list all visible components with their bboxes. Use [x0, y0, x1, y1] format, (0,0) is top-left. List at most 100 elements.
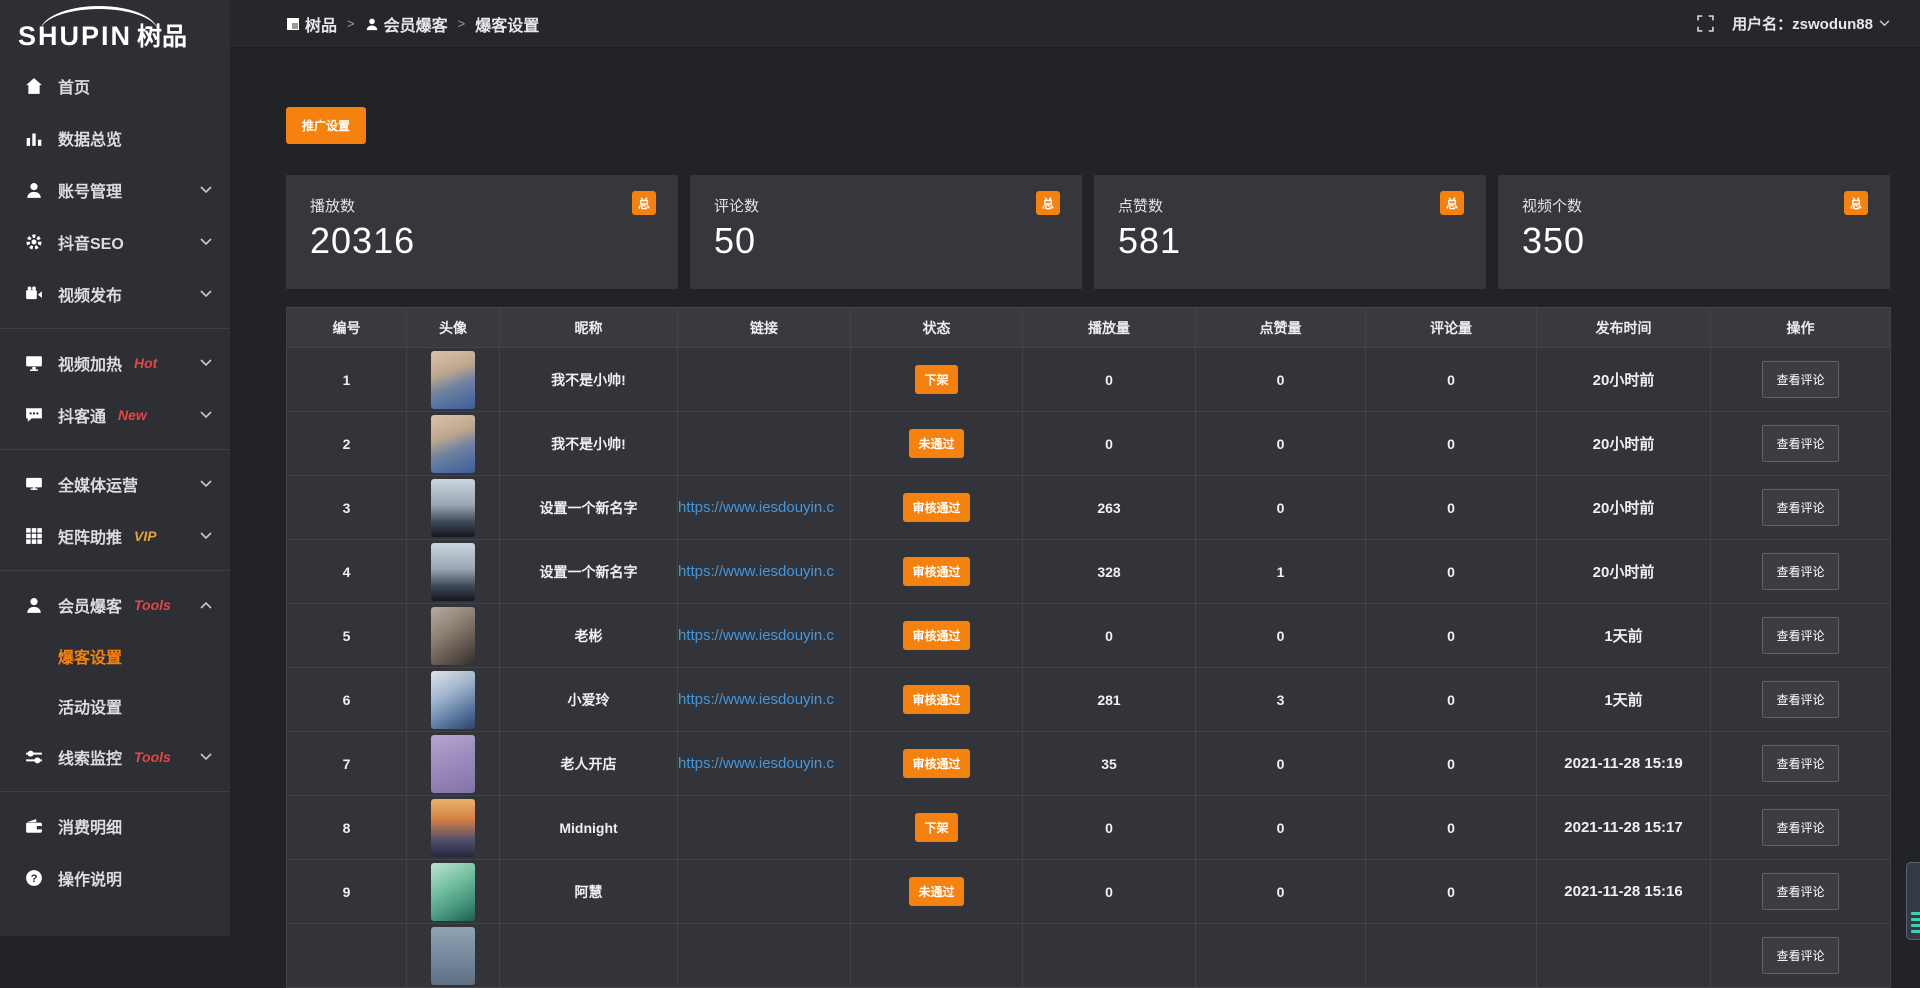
- sidebar-item-spending-details[interactable]: 消费明细: [0, 800, 230, 852]
- cell-publish-time: 20小时前: [1537, 412, 1711, 476]
- view-comments-button[interactable]: 查看评论: [1762, 617, 1838, 654]
- sidebar-item-douketong[interactable]: 抖客通 New: [0, 389, 230, 441]
- view-comments-button[interactable]: 查看评论: [1762, 489, 1838, 526]
- col-header-likes: 点赞量: [1196, 308, 1366, 348]
- status-badge: 审核通过: [903, 621, 969, 650]
- cell-publish-time: 2021-11-28 15:17: [1537, 796, 1711, 860]
- vip-tag: VIP: [134, 528, 157, 544]
- status-badge: 审核通过: [903, 493, 969, 522]
- promotion-settings-button[interactable]: 推广设置: [286, 107, 366, 144]
- cell-status: 下架: [851, 348, 1023, 412]
- cell-actions: 查看评论: [1711, 796, 1891, 860]
- cell-comments: 0: [1366, 732, 1537, 796]
- avatar: [431, 927, 475, 985]
- cell-nickname: 老彬: [500, 604, 678, 668]
- sidebar-subitem-activity-settings[interactable]: 活动设置: [0, 681, 230, 731]
- stat-value: 20316: [310, 220, 654, 262]
- cell-comments: 0: [1366, 604, 1537, 668]
- panel-icon: [286, 17, 300, 31]
- sidebar-item-home[interactable]: 首页: [0, 60, 230, 112]
- cell-nickname: 设置一个新名字: [500, 540, 678, 604]
- cell-number: 8: [287, 796, 407, 860]
- cell-nickname: 阿慧: [500, 860, 678, 924]
- avatar: [431, 863, 475, 921]
- widget-stripe: [1911, 912, 1920, 915]
- video-link[interactable]: https://www.iesdouyin.c: [678, 755, 850, 772]
- sidebar-divider: [0, 570, 230, 571]
- cell-nickname: 我不是小帅!: [500, 412, 678, 476]
- cell-plays: 35: [1023, 732, 1196, 796]
- col-header-number: 编号: [287, 308, 407, 348]
- chevron-down-icon: [200, 411, 212, 419]
- cell-number: [287, 924, 407, 988]
- video-link[interactable]: https://www.iesdouyin.c: [678, 563, 850, 580]
- view-comments-button[interactable]: 查看评论: [1762, 361, 1838, 398]
- view-comments-button[interactable]: 查看评论: [1762, 873, 1838, 910]
- cell-avatar: [407, 604, 500, 668]
- stat-card-likes: 点赞数 581 总: [1094, 175, 1486, 289]
- video-link[interactable]: https://www.iesdouyin.c: [678, 499, 850, 516]
- cell-likes: 1: [1196, 540, 1366, 604]
- cell-number: 7: [287, 732, 407, 796]
- user-icon: [24, 180, 44, 200]
- floating-helper-widget[interactable]: [1906, 862, 1920, 940]
- breadcrumb-separator: >: [458, 16, 466, 31]
- cell-actions: 查看评论: [1711, 412, 1891, 476]
- video-link[interactable]: https://www.iesdouyin.c: [678, 691, 850, 708]
- main-content: 推广设置 播放数 20316 总 评论数 50 总 点赞数 581 总 视频个数…: [230, 49, 1920, 936]
- sidebar-item-omnimedia-operation[interactable]: 全媒体运营: [0, 458, 230, 510]
- chevron-down-icon: [200, 480, 212, 488]
- table-row: 2 我不是小帅! 未通过 0 0 0 20小时前 查看评论: [287, 412, 1891, 476]
- status-badge: 未通过: [909, 429, 963, 458]
- sidebar-item-video-publish[interactable]: 视频发布: [0, 268, 230, 320]
- user-menu[interactable]: 用户名：zswodun88: [1732, 13, 1890, 34]
- cell-actions: 查看评论: [1711, 732, 1891, 796]
- sidebar-subitem-baoke-settings[interactable]: 爆客设置: [0, 631, 230, 681]
- status-badge: 审核通过: [903, 749, 969, 778]
- sidebar-item-instructions[interactable]: ? 操作说明: [0, 852, 230, 904]
- view-comments-button[interactable]: 查看评论: [1762, 425, 1838, 462]
- view-comments-button[interactable]: 查看评论: [1762, 809, 1838, 846]
- view-comments-button[interactable]: 查看评论: [1762, 937, 1838, 974]
- svg-text:?: ?: [31, 873, 38, 885]
- cell-plays: 0: [1023, 348, 1196, 412]
- total-badge: 总: [632, 191, 656, 215]
- cell-status: 下架: [851, 796, 1023, 860]
- stat-title: 点赞数: [1118, 195, 1462, 216]
- breadcrumb-item-shupin[interactable]: 树品: [286, 12, 337, 36]
- stat-card-plays: 播放数 20316 总: [286, 175, 678, 289]
- view-comments-button[interactable]: 查看评论: [1762, 681, 1838, 718]
- view-comments-button[interactable]: 查看评论: [1762, 553, 1838, 590]
- sidebar-item-data-overview[interactable]: 数据总览: [0, 112, 230, 164]
- video-table: 编号 头像 昵称 链接 状态 播放量 点赞量 评论量 发布时间 操作 1 我不是…: [286, 307, 1890, 988]
- cell-nickname: 小爱玲: [500, 668, 678, 732]
- cell-status: 审核通过: [851, 476, 1023, 540]
- breadcrumb-item-member-baoke[interactable]: 会员爆客: [365, 12, 448, 36]
- cell-publish-time: 2021-11-28 15:19: [1537, 732, 1711, 796]
- cell-likes: 0: [1196, 796, 1366, 860]
- sidebar-item-member-baoke[interactable]: 会员爆客 Tools: [0, 579, 230, 631]
- sidebar-item-video-heating[interactable]: 视频加热 Hot: [0, 337, 230, 389]
- sliders-icon: [24, 747, 44, 767]
- col-header-publish-time: 发布时间: [1537, 308, 1711, 348]
- logo-arc-icon: [40, 6, 158, 32]
- fullscreen-icon[interactable]: [1697, 15, 1714, 32]
- col-header-status: 状态: [851, 308, 1023, 348]
- sidebar-item-douyin-seo[interactable]: 抖音SEO: [0, 216, 230, 268]
- status-badge: 下架: [915, 813, 957, 842]
- widget-stripe: [1911, 918, 1920, 921]
- sidebar-item-lead-monitoring[interactable]: 线索监控 Tools: [0, 731, 230, 783]
- video-link[interactable]: https://www.iesdouyin.c: [678, 627, 850, 644]
- stat-value: 350: [1522, 220, 1866, 262]
- sidebar-item-matrix-boost[interactable]: 矩阵助推 VIP: [0, 510, 230, 562]
- cell-avatar: [407, 540, 500, 604]
- sidebar-item-account-management[interactable]: 账号管理: [0, 164, 230, 216]
- cell-avatar: [407, 924, 500, 988]
- cell-plays: 0: [1023, 796, 1196, 860]
- cell-link: https://www.iesdouyin.c: [678, 604, 851, 668]
- view-comments-button[interactable]: 查看评论: [1762, 745, 1838, 782]
- status-badge: 审核通过: [903, 557, 969, 586]
- col-header-plays: 播放量: [1023, 308, 1196, 348]
- cell-comments: 0: [1366, 412, 1537, 476]
- chat-bubble-icon: [24, 405, 44, 425]
